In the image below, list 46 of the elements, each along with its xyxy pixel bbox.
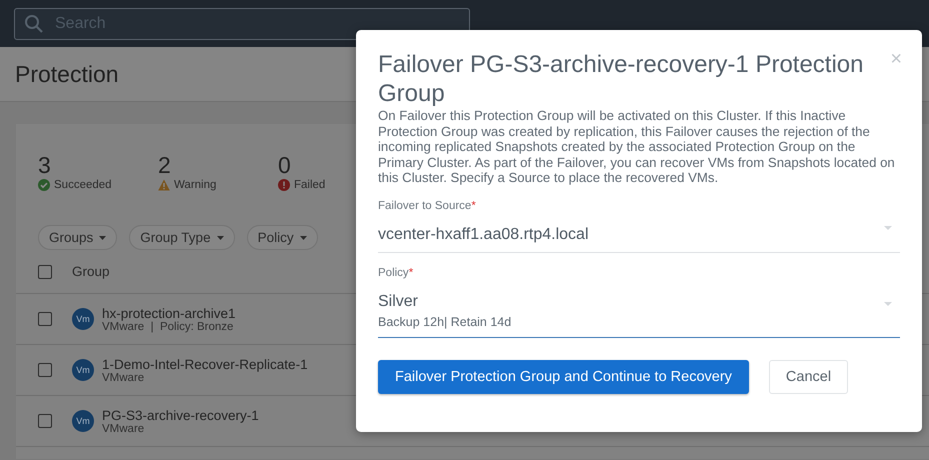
caret-icon	[884, 302, 892, 306]
dialog-title: Failover PG-S3-archive-recovery-1 Protection Group	[378, 50, 864, 108]
stat-count: 0	[278, 152, 292, 179]
check-circle-icon	[38, 179, 50, 191]
vm-badge: Vm	[72, 308, 94, 330]
field-detail: Backup 12h| Retain 14d	[378, 314, 512, 328]
required-mark: *	[408, 266, 414, 278]
stat-label: Warning	[174, 179, 216, 191]
checkbox[interactable]	[38, 312, 52, 326]
caret-icon	[99, 236, 106, 240]
caret-icon	[884, 226, 892, 230]
dialog-description: On Failover this Protection Group will be activated on this Cluster. If this Inactive Protection Group was created by replication, this Failover causes the rejection of the incoming replicated Snapshots created by the associated Protection Group on the Primary Cluster. As part of the Failover, you can recover VMs from Snapshots located on this Cluster. Specify a Source to place the recovered VMs.	[378, 108, 896, 186]
checkbox[interactable]	[38, 264, 52, 278]
field-label: Failover to Source	[378, 200, 472, 212]
caret-icon	[300, 236, 307, 240]
vm-badge: Vm	[72, 410, 94, 432]
caret-icon	[216, 236, 224, 240]
warning-icon	[158, 179, 170, 191]
error-icon	[278, 179, 290, 191]
failover-button[interactable]: Failover Protection Group and Continue to Recovery	[378, 360, 749, 394]
stat-label: Succeeded	[54, 179, 112, 191]
search-icon	[24, 14, 44, 34]
stat-count: 3	[38, 152, 52, 179]
stat-label: Failed	[294, 179, 326, 191]
dropdown-field[interactable]: Failover to Source* vcenter-hxaff1.aa08.rtp4.local	[378, 200, 900, 252]
filter-dropdown[interactable]: Policy	[246, 225, 318, 250]
required-mark: *	[471, 200, 476, 212]
group-name: 1-Demo-Intel-Recover-Replicate-1	[102, 356, 308, 372]
checkbox[interactable]	[38, 363, 52, 377]
stat-count: 2	[158, 152, 172, 179]
filter-dropdown[interactable]: Groups	[38, 225, 118, 250]
field-label: Policy	[378, 266, 409, 278]
dropdown-field[interactable]: Policy* Silver Backup 12h| Retain 14d	[378, 266, 900, 338]
field-value: Silver	[378, 292, 418, 310]
vm-badge: Vm	[72, 359, 94, 381]
page-title: Protection	[15, 60, 119, 88]
group-details: VMware	[102, 422, 144, 434]
checkbox[interactable]	[38, 414, 52, 428]
group-details: VMware	[102, 372, 144, 384]
filter-dropdown[interactable]: Group Type	[129, 225, 235, 250]
group-name: hx-protection-archive1	[102, 306, 236, 320]
column-header: Group	[72, 264, 110, 279]
group-name: PG-S3-archive-recovery-1	[102, 408, 259, 422]
group-details: VMware | Policy: Bronze	[102, 320, 234, 332]
field-value: vcenter-hxaff1.aa08.rtp4.local	[378, 226, 588, 244]
cancel-button[interactable]: Cancel	[768, 360, 848, 394]
